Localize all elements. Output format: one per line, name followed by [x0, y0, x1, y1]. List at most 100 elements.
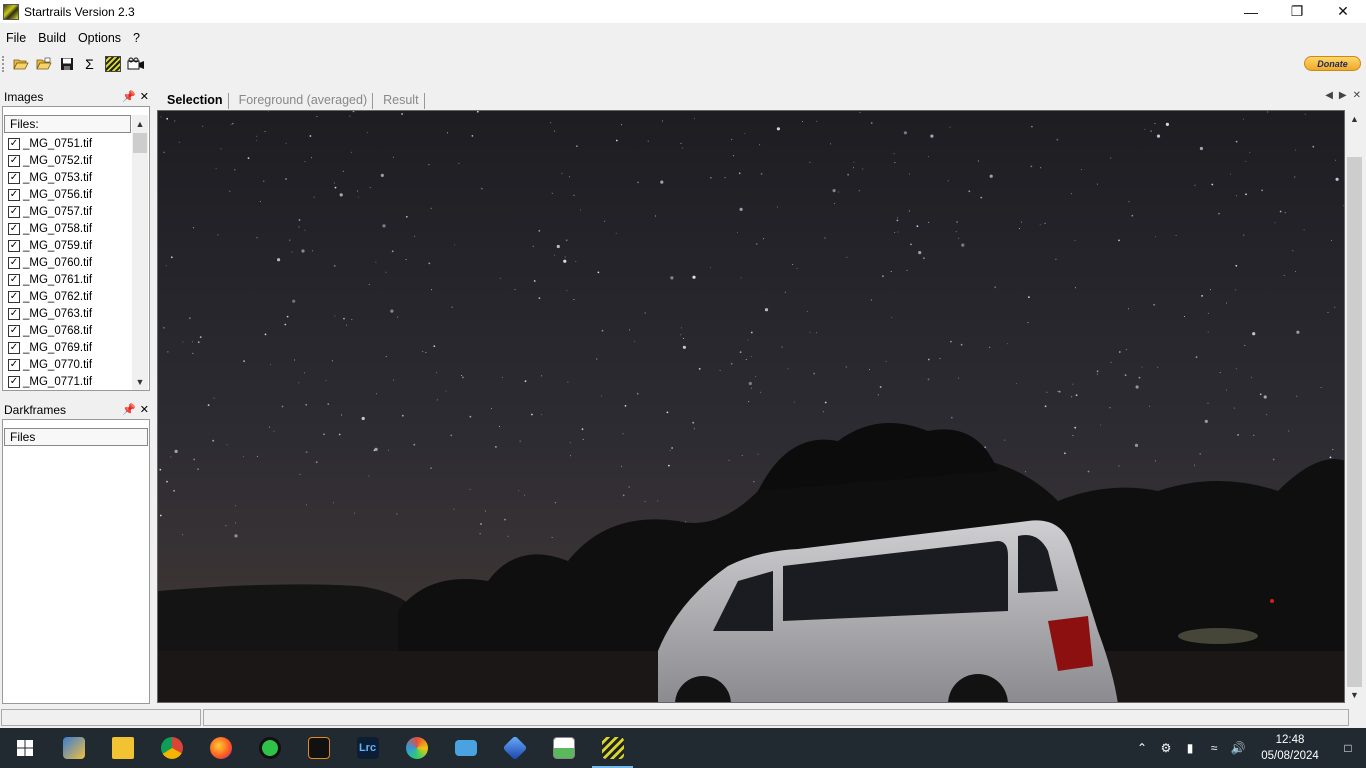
window-title: Startrails Version 2.3 — [24, 4, 135, 19]
list-item[interactable]: ✓ _MG_0753.tif — [4, 169, 132, 186]
scroll-down-icon[interactable]: ▼ — [1346, 686, 1363, 703]
checkbox-checked[interactable]: ✓ — [8, 154, 20, 167]
scroll-up-icon[interactable]: ▲ — [1346, 110, 1363, 127]
restore-icon[interactable]: ❐ — [1274, 0, 1320, 23]
checkbox-checked[interactable]: ✓ — [8, 358, 20, 371]
start-icon[interactable] — [0, 728, 49, 768]
startrails-taskbar-icon[interactable] — [588, 728, 637, 768]
pin-icon[interactable]: 📌 — [122, 403, 136, 416]
list-item[interactable]: ✓ _MG_0769.tif — [4, 339, 132, 356]
window-controls: — ❐ ✕ — [1228, 0, 1366, 23]
paint-icon[interactable] — [392, 728, 441, 768]
wifi-icon[interactable]: ≈ — [1202, 741, 1226, 755]
list-item[interactable]: ✓ _MG_0756.tif — [4, 186, 132, 203]
tab-selection[interactable]: Selection — [162, 93, 229, 109]
list-item[interactable]: ✓ _MG_0770.tif — [4, 356, 132, 373]
scroll-down-icon[interactable]: ▼ — [132, 373, 148, 390]
night-sky-photo — [158, 111, 1344, 702]
lightroom-icon[interactable]: Lrc — [343, 728, 392, 768]
list-item[interactable]: ✓ _MG_0768.tif — [4, 322, 132, 339]
list-item[interactable]: ✓ _MG_0760.tif — [4, 254, 132, 271]
battery-icon[interactable]: ▮ — [1178, 741, 1202, 755]
clock[interactable]: 12:48 05/08/2024 — [1250, 732, 1330, 764]
save-icon[interactable] — [55, 54, 78, 74]
images-panel-title: Images — [4, 89, 44, 104]
scroll-thumb[interactable] — [133, 133, 147, 153]
close-icon[interactable]: ✕ — [140, 90, 149, 103]
menu-help[interactable]: ? — [127, 31, 146, 45]
tab-result[interactable]: Result — [378, 93, 425, 109]
checkbox-checked[interactable]: ✓ — [8, 239, 20, 252]
menu-file[interactable]: File — [0, 31, 32, 45]
tab-prev-icon[interactable]: ◀ — [1325, 90, 1333, 101]
status-bar — [0, 707, 1366, 728]
list-item[interactable]: ✓ _MG_0757.tif — [4, 203, 132, 220]
checkbox-checked[interactable]: ✓ — [8, 222, 20, 235]
network-app-icon[interactable] — [49, 728, 98, 768]
image-viewer[interactable] — [157, 110, 1345, 703]
files-header[interactable]: Files: — [4, 115, 131, 133]
tab-foreground[interactable]: Foreground (averaged) — [234, 93, 374, 109]
menu-build[interactable]: Build — [32, 31, 72, 45]
app-icon — [3, 3, 19, 20]
checkbox-checked[interactable]: ✓ — [8, 171, 20, 184]
pin-icon[interactable]: 📌 — [122, 90, 136, 103]
list-item[interactable]: ✓ _MG_0771.tif — [4, 373, 132, 390]
scroll-up-icon[interactable]: ▲ — [132, 115, 148, 132]
list-item[interactable]: ✓ _MG_0761.tif — [4, 271, 132, 288]
title-bar: Startrails Version 2.3 — ❐ ✕ — [0, 0, 1366, 23]
viewer-scrollbar[interactable]: ▲ ▼ — [1346, 110, 1363, 703]
tab-next-icon[interactable]: ▶ — [1339, 90, 1347, 101]
donate-button[interactable]: Donate — [1304, 56, 1361, 71]
clock-date: 05/08/2024 — [1261, 750, 1319, 762]
volume-icon[interactable]: 🔊 — [1226, 741, 1250, 755]
close-icon[interactable]: ✕ — [140, 403, 149, 416]
checkbox-checked[interactable]: ✓ — [8, 341, 20, 354]
menu-options[interactable]: Options — [72, 31, 127, 45]
minimize-icon[interactable]: — — [1228, 0, 1274, 23]
list-item[interactable]: ✓ _MG_0759.tif — [4, 237, 132, 254]
chart-app-icon[interactable] — [539, 728, 588, 768]
startrails-icon[interactable] — [101, 54, 124, 74]
video-icon[interactable] — [124, 54, 147, 74]
notifications-icon[interactable]: □ — [1330, 741, 1366, 755]
firefox-icon[interactable] — [196, 728, 245, 768]
chrome-icon[interactable] — [147, 728, 196, 768]
checkbox-checked[interactable]: ✓ — [8, 307, 20, 320]
meet-icon[interactable]: ⚙ — [1154, 741, 1178, 755]
list-item[interactable]: ✓ _MG_0752.tif — [4, 152, 132, 169]
viewer-tabs: Selection Foreground (averaged) Result ◀… — [157, 87, 1365, 109]
checkbox-checked[interactable]: ✓ — [8, 290, 20, 303]
darkframes-files-header[interactable]: Files — [4, 428, 148, 446]
sum-icon[interactable]: Σ — [78, 54, 101, 74]
checkbox-checked[interactable]: ✓ — [8, 205, 20, 218]
scroll-thumb[interactable] — [1347, 157, 1362, 687]
checkbox-checked[interactable]: ✓ — [8, 324, 20, 337]
list-item[interactable]: ✓ _MG_0763.tif — [4, 305, 132, 322]
list-item[interactable]: ✓ _MG_0762.tif — [4, 288, 132, 305]
chevron-up-icon[interactable]: ⌃ — [1130, 741, 1154, 755]
open-folder-icon[interactable] — [32, 54, 55, 74]
checkbox-checked[interactable]: ✓ — [8, 273, 20, 286]
checkbox-checked[interactable]: ✓ — [8, 256, 20, 269]
clock-time: 12:48 — [1275, 734, 1305, 746]
app-curve-icon[interactable] — [294, 728, 343, 768]
images-panel-header: Images 📌 ✕ — [0, 88, 151, 105]
checkbox-checked[interactable]: ✓ — [8, 137, 20, 150]
status-segment-left — [1, 709, 201, 726]
close-icon[interactable]: ✕ — [1353, 90, 1361, 101]
checkbox-checked[interactable]: ✓ — [8, 375, 20, 388]
cube-app-icon[interactable] — [490, 728, 539, 768]
close-icon[interactable]: ✕ — [1320, 0, 1366, 23]
list-item[interactable]: ✓ _MG_0751.tif — [4, 135, 132, 152]
checkbox-checked[interactable]: ✓ — [8, 188, 20, 201]
monitor-icon[interactable] — [441, 728, 490, 768]
images-scrollbar[interactable]: ▲ ▼ — [132, 115, 148, 390]
file-explorer-icon[interactable] — [98, 728, 147, 768]
toolbar-grip — [2, 56, 5, 72]
darkframes-panel-title: Darkframes — [4, 402, 67, 417]
status-segment-right — [203, 709, 1349, 726]
list-item[interactable]: ✓ _MG_0758.tif — [4, 220, 132, 237]
open-icon[interactable] — [9, 54, 32, 74]
app-green-icon[interactable] — [245, 728, 294, 768]
